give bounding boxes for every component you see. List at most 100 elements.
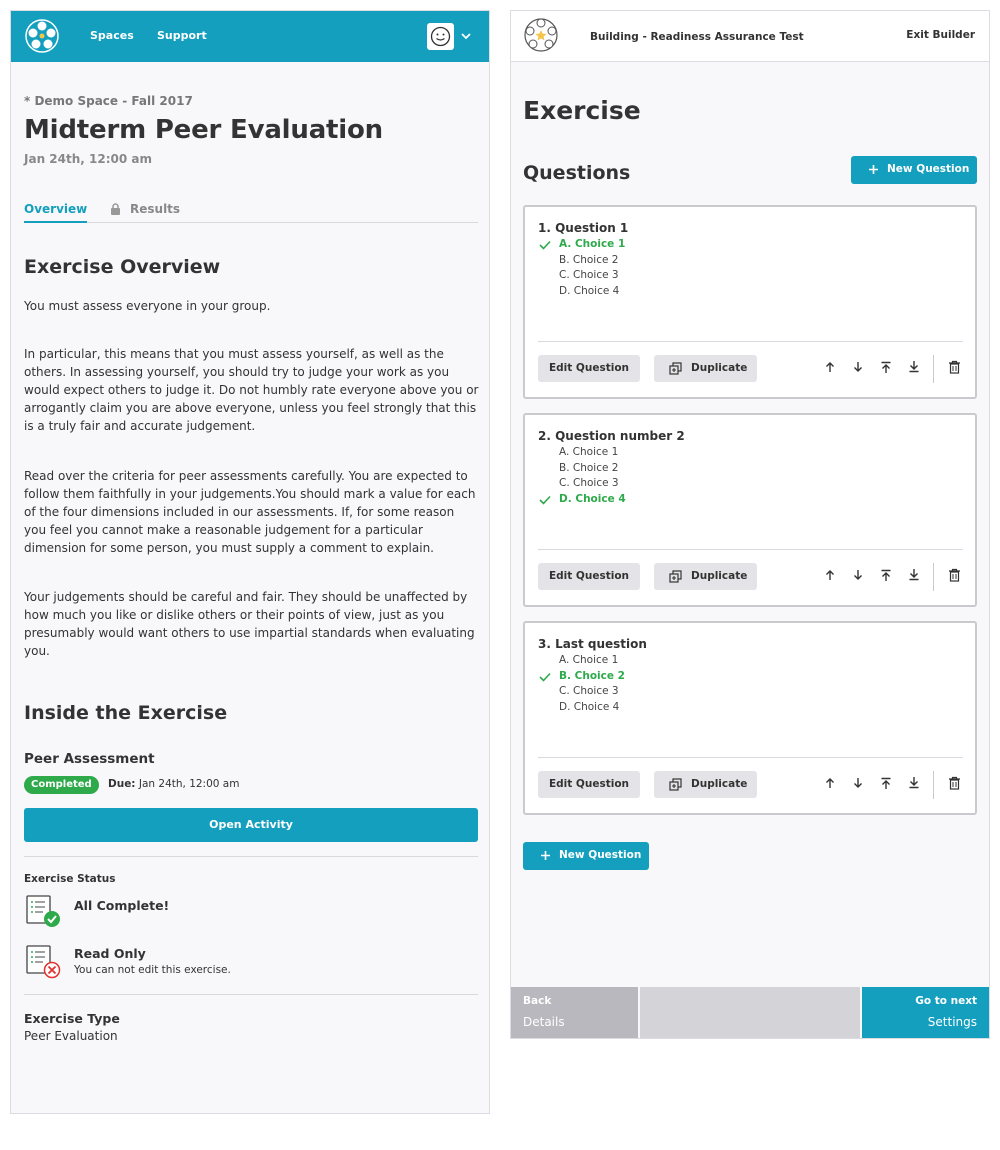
arrow-up-icon[interactable] <box>824 361 836 374</box>
new-question-label: New Question <box>887 163 970 175</box>
breadcrumb[interactable]: * Demo Space - Fall 2017 <box>24 94 193 108</box>
move-to-bottom-icon[interactable] <box>908 361 920 374</box>
status-badge: Completed <box>24 776 99 794</box>
duplicate-icon <box>669 778 682 791</box>
arrow-down-icon[interactable] <box>852 777 864 790</box>
read-only-title: Read Only <box>74 946 146 961</box>
page-title: Midterm Peer Evaluation <box>24 115 383 145</box>
edit-question-button[interactable]: Edit Question <box>538 355 640 382</box>
question-card: 1. Question 1 A. Choice 1 B. Choice 2 C. Ch… <box>523 205 977 399</box>
exercise-status-heading: Exercise Status <box>24 873 116 885</box>
due-date: Due: Jan 24th, 12:00 am <box>108 778 239 790</box>
questions-heading: Questions <box>523 162 631 184</box>
arrow-up-icon[interactable] <box>824 569 836 582</box>
question-title: 1. Question 1 <box>538 221 629 235</box>
question-title: 2. Question number 2 <box>538 429 685 443</box>
top-nav-bar: Spaces Support <box>11 11 489 62</box>
choice: C. Choice 3 <box>559 477 619 490</box>
exercise-title: Exercise <box>523 96 641 125</box>
checkmark-icon <box>539 672 551 682</box>
next-button[interactable]: Go to next Settings <box>862 987 989 1038</box>
duplicate-button[interactable]: Duplicate <box>654 563 757 590</box>
builder-footer: Back Details Go to next Settings <box>511 987 989 1038</box>
app-logo-icon[interactable] <box>523 17 559 53</box>
smiley-avatar-icon <box>430 26 451 47</box>
trash-icon[interactable] <box>948 776 961 790</box>
trash-icon[interactable] <box>948 360 961 374</box>
correct-choice: B. Choice 2 <box>559 669 625 682</box>
page-date: Jan 24th, 12:00 am <box>24 152 152 166</box>
duplicate-icon <box>669 362 682 375</box>
correct-choice: D. Choice 4 <box>559 492 626 505</box>
divider <box>538 341 963 342</box>
duplicate-button[interactable]: Duplicate <box>654 771 757 798</box>
nav-spaces-link[interactable]: Spaces <box>90 29 134 42</box>
move-to-top-icon[interactable] <box>880 569 892 582</box>
overview-paragraph: You must assess everyone in your group. <box>24 299 271 313</box>
divider <box>538 757 963 758</box>
move-to-bottom-icon[interactable] <box>908 569 920 582</box>
choice: C. Choice 3 <box>559 269 619 282</box>
move-to-bottom-icon[interactable] <box>908 777 920 790</box>
correct-choice: A. Choice 1 <box>559 238 626 250</box>
question-builder-panel: Building - Readiness Assurance Test Exit… <box>510 10 990 1039</box>
arrow-down-icon[interactable] <box>852 569 864 582</box>
tab-bar: Overview Results <box>24 201 478 223</box>
choice: B. Choice 2 <box>559 253 619 266</box>
back-button[interactable]: Back Details <box>511 987 638 1038</box>
divider <box>933 771 934 799</box>
edit-question-button[interactable]: Edit Question <box>538 563 640 590</box>
checkmark-icon <box>539 240 551 250</box>
arrow-up-icon[interactable] <box>824 777 836 790</box>
overview-paragraph: Your judgements should be careful and fa… <box>24 590 475 658</box>
divider <box>24 994 478 995</box>
tab-results-label: Results <box>130 202 181 216</box>
due-label: Due: <box>108 778 136 790</box>
duplicate-button[interactable]: Duplicate <box>654 355 757 382</box>
app-logo-icon[interactable] <box>25 19 59 53</box>
next-label: Go to next <box>915 995 977 1007</box>
duplicate-icon <box>669 570 682 583</box>
exit-builder-link[interactable]: Exit Builder <box>906 29 975 41</box>
builder-header: Building - Readiness Assurance Test Exit… <box>511 11 989 62</box>
choice: A. Choice 1 <box>559 446 619 458</box>
chevron-down-icon[interactable] <box>460 30 472 42</box>
move-to-top-icon[interactable] <box>880 361 892 374</box>
divider <box>933 563 934 591</box>
new-question-label: New Question <box>559 849 642 861</box>
duplicate-label: Duplicate <box>691 778 748 790</box>
footer-spacer <box>640 987 860 1038</box>
exercise-overview-heading: Exercise Overview <box>24 256 221 278</box>
back-label: Back <box>523 995 552 1007</box>
read-only-description: You can not edit this exercise. <box>74 964 231 976</box>
plus-icon <box>541 851 550 860</box>
move-to-top-icon[interactable] <box>880 777 892 790</box>
read-only-icon <box>26 945 61 979</box>
arrow-down-icon[interactable] <box>852 361 864 374</box>
checkmark-icon <box>539 495 551 505</box>
back-destination: Details <box>523 1015 565 1029</box>
question-card: 2. Question number 2 A. Choice 1 B. Choice… <box>523 413 977 607</box>
choice: D. Choice 4 <box>559 700 620 713</box>
divider <box>24 856 478 857</box>
open-activity-button[interactable]: Open Activity <box>24 808 478 842</box>
inside-exercise-heading: Inside the Exercise <box>24 702 228 724</box>
plus-icon <box>869 165 878 174</box>
choice: D. Choice 4 <box>559 284 620 297</box>
duplicate-label: Duplicate <box>691 570 748 582</box>
choice: A. Choice 1 <box>559 654 619 666</box>
trash-icon[interactable] <box>948 568 961 582</box>
new-question-button[interactable]: New Question <box>851 156 977 184</box>
overview-paragraph: Read over the criteria for peer assessme… <box>24 469 476 555</box>
nav-support-link[interactable]: Support <box>157 29 207 42</box>
question-title: 3. Last question <box>538 637 647 651</box>
divider <box>538 549 963 550</box>
exercise-type-value: Peer Evaluation <box>24 1029 118 1043</box>
next-destination: Settings <box>927 1015 977 1029</box>
tab-overview[interactable]: Overview <box>24 202 88 223</box>
exercise-type-label: Exercise Type <box>24 1011 120 1026</box>
new-question-button[interactable]: New Question <box>523 842 649 870</box>
edit-question-button[interactable]: Edit Question <box>538 771 640 798</box>
divider <box>933 355 934 383</box>
avatar[interactable] <box>427 23 454 50</box>
